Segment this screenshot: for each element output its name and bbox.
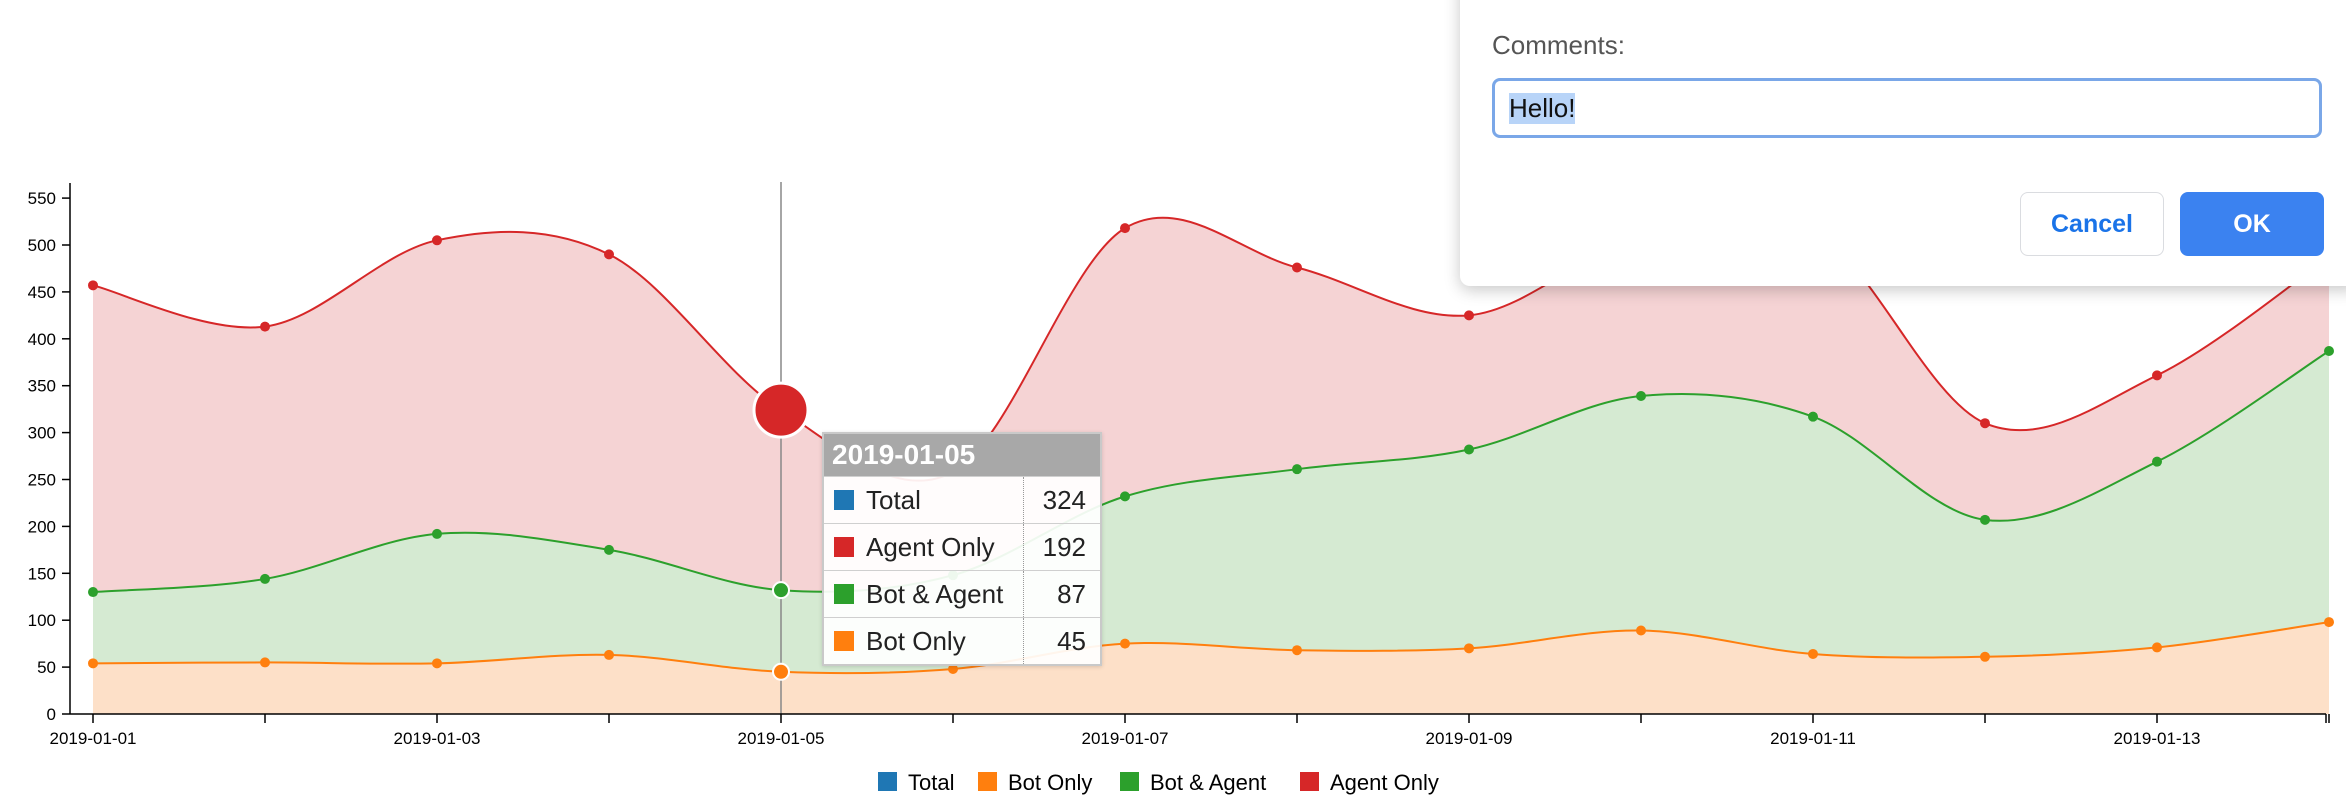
- bot-agent-swatch-icon: [834, 584, 854, 604]
- x-tick-label: 2019-01-05: [738, 729, 825, 748]
- point-bot-only: [88, 658, 98, 669]
- point-bot-agent: [260, 573, 270, 584]
- comments-label: Comments:: [1492, 30, 1625, 60]
- point-bot-only: [1980, 651, 1990, 662]
- point-bot-only: [260, 657, 270, 668]
- tooltip-value: 45: [1057, 625, 1086, 656]
- prompt-dialog: Comments: Cancel OK: [1460, 0, 2346, 286]
- y-tick-label: 450: [28, 283, 56, 302]
- y-tick-label: 300: [28, 424, 56, 443]
- point-bot-agent: [1120, 491, 1130, 502]
- y-tick-label: 0: [47, 705, 56, 724]
- tooltip-row-total: Total 324: [824, 476, 1100, 523]
- tooltip-row-bot-only: Bot Only 45: [824, 617, 1100, 664]
- point-bot-only: [1636, 625, 1646, 636]
- cancel-button[interactable]: Cancel: [2020, 192, 2164, 256]
- point-bot-agent: [1980, 514, 1990, 525]
- point-bot-only: [1464, 643, 1474, 654]
- point-bot-agent: [1464, 444, 1474, 455]
- legend-label: Total: [908, 770, 954, 795]
- point-bot-only: [2152, 642, 2162, 653]
- point-bot-only: [1808, 648, 1818, 659]
- tooltip-row-bot-agent: Bot & Agent 87: [824, 570, 1100, 617]
- x-tick-label: 2019-01-01: [50, 729, 137, 748]
- y-tick-label: 100: [28, 611, 56, 630]
- x-tick-label: 2019-01-03: [394, 729, 481, 748]
- tooltip-value: 192: [1042, 531, 1086, 562]
- tooltip-label: Bot Only: [866, 625, 966, 656]
- legend-label: Agent Only: [1330, 770, 1439, 795]
- x-tick-label: 2019-01-07: [1082, 729, 1169, 748]
- x-tick-label: 2019-01-13: [2114, 729, 2201, 748]
- point-bot-agent: [1636, 391, 1646, 402]
- point-bot-only: [772, 662, 790, 681]
- point-bot-agent: [772, 581, 790, 600]
- tooltip-label: Total: [866, 484, 921, 515]
- point-agent-only: [432, 235, 442, 246]
- point-agent-only: [604, 249, 614, 260]
- tooltip-label: Bot & Agent: [866, 578, 1004, 609]
- total-swatch-icon: [834, 490, 854, 510]
- point-bot-agent: [1808, 411, 1818, 422]
- tooltip-title: 2019-01-05: [824, 434, 1100, 476]
- x-axis: 2019-01-01 2019-01-03 2019-01-05 2019-01-07…: [50, 713, 2330, 748]
- point-agent-only: [2152, 370, 2162, 381]
- area-layers: [93, 213, 2329, 714]
- point-agent-only: [1980, 418, 1990, 429]
- y-tick-label: 250: [28, 471, 56, 490]
- legend-swatch-icon: [1300, 772, 1319, 791]
- x-tick-label: 2019-01-11: [1770, 729, 1856, 748]
- point-agent-only: [1464, 310, 1474, 321]
- bot-only-swatch-icon: [834, 631, 854, 651]
- y-tick-label: 350: [28, 377, 56, 396]
- y-tick-label: 200: [28, 517, 56, 536]
- y-tick-label: 500: [28, 236, 56, 255]
- point-bot-agent: [432, 528, 442, 539]
- point-bot-only: [432, 658, 442, 669]
- legend-label: Bot Only: [1008, 770, 1092, 795]
- point-bot-only: [2324, 617, 2334, 628]
- point-agent-only: [260, 321, 270, 332]
- y-tick-label: 550: [28, 189, 56, 208]
- point-bot-only: [1120, 638, 1130, 649]
- y-tick-label: 150: [28, 564, 56, 583]
- point-agent-only: [1120, 223, 1130, 234]
- ok-button[interactable]: OK: [2180, 192, 2324, 256]
- point-bot-agent: [604, 544, 614, 555]
- point-bot-only: [604, 649, 614, 660]
- legend-swatch-icon: [978, 772, 997, 791]
- point-bot-agent: [1292, 464, 1302, 475]
- y-axis: 0 50 100 150 200 250 300 350 400 450 500 550: [28, 183, 71, 724]
- point-agent-only: [88, 280, 98, 291]
- point-bot-agent: [2324, 345, 2334, 356]
- y-tick-label: 50: [37, 658, 56, 677]
- tooltip-label: Agent Only: [866, 531, 995, 562]
- point-bot-agent: [88, 587, 98, 598]
- legend-swatch-icon: [878, 772, 897, 791]
- point-bot-agent: [2152, 456, 2162, 467]
- point-total-highlight: [752, 381, 810, 439]
- agent-only-swatch-icon: [834, 537, 854, 557]
- y-tick-label: 400: [28, 330, 56, 349]
- legend-swatch-icon: [1120, 772, 1139, 791]
- tooltip-value: 324: [1042, 484, 1086, 515]
- tooltip-row-agent-only: Agent Only 192: [824, 523, 1100, 570]
- point-bot-only: [1292, 645, 1302, 656]
- legend-label: Bot & Agent: [1150, 770, 1266, 795]
- comments-input[interactable]: [1492, 78, 2322, 138]
- chart-tooltip: 2019-01-05 Total 324 Agent Only 192 Bot …: [822, 432, 1102, 666]
- x-tick-label: 2019-01-09: [1426, 729, 1513, 748]
- point-agent-only: [1292, 262, 1302, 273]
- tooltip-value: 87: [1057, 578, 1086, 609]
- legend: Total Bot Only Bot & Agent Agent Only: [878, 770, 1439, 795]
